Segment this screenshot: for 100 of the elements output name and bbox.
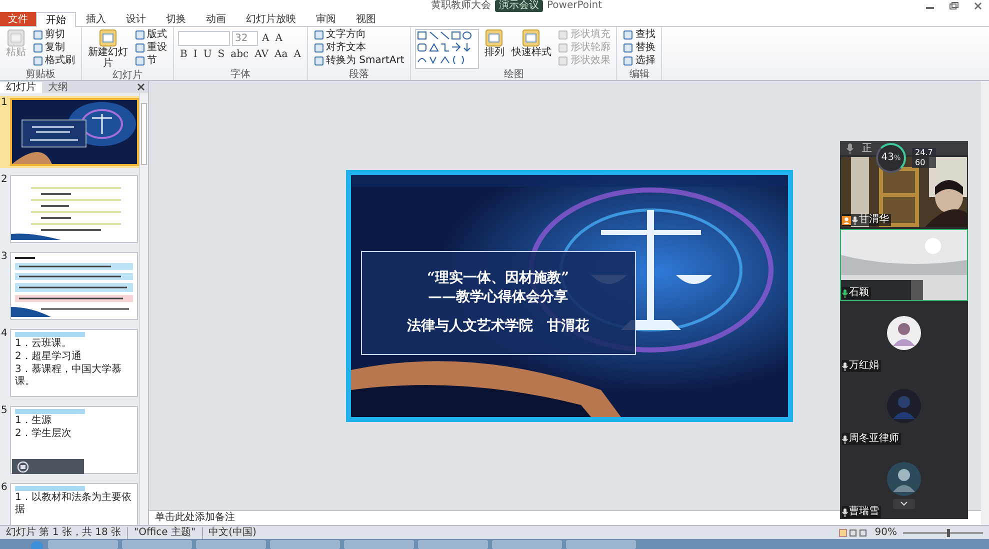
text-box[interactable]: “理实一体、因材施教” ——教学心得体会分享 法律与人文艺术学院 甘渭花	[360, 250, 636, 354]
panel-tab[interactable]: 幻灯片	[0, 82, 42, 92]
participant-tile[interactable]: 石颖	[840, 229, 968, 301]
ribbon-button[interactable]: 剪切	[31, 28, 77, 41]
app-name: PowerPoint	[547, 0, 604, 12]
window-title: 黄职教师大会	[431, 0, 491, 12]
ribbon-button[interactable]: 对齐文本	[312, 41, 406, 54]
start-icon[interactable]	[30, 540, 44, 548]
group-label: 剪贴板	[24, 69, 56, 80]
ribbon-tab[interactable]: 开始	[36, 12, 76, 27]
group-label: 幻灯片	[112, 70, 144, 81]
font-size-field[interactable]: 32	[232, 31, 258, 46]
screen-icon	[17, 460, 29, 472]
group-label: 字体	[229, 69, 252, 80]
file-tab[interactable]: 文件	[0, 12, 36, 26]
ribbon-button[interactable]: 版式	[133, 28, 169, 41]
ribbon-tab[interactable]: 切换	[156, 12, 196, 26]
format-button[interactable]: I	[191, 49, 200, 60]
participant-name: 曹瑞雪	[849, 506, 879, 518]
ribbon-tab[interactable]: 视图	[346, 12, 386, 26]
avatar-icon	[887, 389, 921, 423]
participant-name: 万红娟	[849, 360, 879, 372]
ribbon-button[interactable]: 重设	[133, 41, 169, 54]
format-button[interactable]: B	[178, 49, 190, 60]
ribbon-tab[interactable]: 插入	[76, 12, 116, 26]
slide-icon	[484, 29, 504, 47]
format-button[interactable]: U	[201, 49, 214, 60]
zoom-slider-thumb[interactable]	[947, 528, 950, 536]
ribbon-tab[interactable]: 幻灯片放映	[236, 12, 306, 26]
slide-count: 幻灯片 第 1 张，共 18 张	[6, 526, 121, 538]
slide-number: 4	[0, 329, 8, 341]
group-label: 段落	[348, 69, 370, 80]
heading-bar	[15, 409, 85, 414]
scrollbar[interactable]	[981, 81, 989, 525]
ribbon-button[interactable]: 排列	[482, 28, 506, 59]
format-button[interactable]: AV	[252, 49, 271, 60]
chevron-down-icon[interactable]	[893, 499, 915, 509]
microphone-icon	[842, 434, 848, 444]
participant-tile[interactable]: 周冬亚律师	[840, 375, 968, 447]
slide-thumbnail[interactable]: 1．云班课。 2．超星学习通 3．慕课程，中国大学慕课。	[10, 329, 138, 397]
slide-icon	[98, 29, 118, 47]
upload-speed: 24.7	[915, 148, 933, 158]
shapes-gallery[interactable]	[415, 29, 480, 69]
avatar-icon	[887, 316, 921, 350]
ribbon-button[interactable]: 新建幻灯片	[86, 28, 130, 70]
group-label: 编辑	[628, 69, 650, 80]
ribbon-button[interactable]: 替换	[621, 41, 658, 54]
zoom-level: 90%	[874, 526, 897, 538]
ribbon-tab[interactable]: 审阅	[306, 12, 346, 26]
slide-number: 1	[0, 98, 8, 110]
slide-text: 1．生源	[15, 415, 52, 427]
ribbon-button[interactable]: 查找	[621, 28, 658, 41]
format-button[interactable]: abc	[228, 49, 251, 60]
microphone-icon[interactable]	[846, 142, 854, 154]
view-buttons-icon[interactable]	[838, 528, 869, 536]
slide-number: 5	[0, 406, 8, 418]
ribbon-button[interactable]: 选择	[621, 54, 658, 67]
participant-name: 甘渭华	[859, 214, 889, 226]
slide-number: 6	[0, 483, 8, 495]
slide-text: 1．云班课。	[15, 338, 72, 350]
slide-title: “理实一体、因材施教”	[426, 269, 570, 288]
ribbon-button[interactable]: 快速样式	[509, 28, 554, 59]
microphone-icon	[842, 362, 848, 370]
slide-author: 法律与人文艺术学院 甘渭花	[407, 317, 589, 336]
scrollbar[interactable]	[139, 93, 148, 525]
panel-tab[interactable]: 大纲	[42, 82, 74, 92]
format-button[interactable]: Aa	[272, 49, 290, 60]
format-button[interactable]: A	[260, 33, 272, 44]
slide-thumbnail[interactable]: 1．以教材和法条为主要依据	[10, 483, 138, 525]
ribbon-button[interactable]: 复制	[31, 41, 77, 54]
ribbon-tab[interactable]: 动画	[196, 12, 236, 26]
close-icon[interactable]	[973, 2, 983, 10]
heading-bar	[15, 486, 85, 491]
ribbon-tab[interactable]: 设计	[116, 12, 156, 26]
avatar-icon	[887, 462, 921, 496]
restore-icon[interactable]	[949, 2, 959, 10]
close-icon[interactable]	[137, 83, 145, 91]
share-toast[interactable]	[12, 459, 84, 474]
ribbon-button[interactable]: 节	[133, 54, 169, 67]
participant-name: 石颖	[849, 287, 869, 299]
slide-canvas[interactable]: “理实一体、因材施教” ——教学心得体会分享 法律与人文艺术学院 甘渭花	[346, 170, 792, 422]
ribbon-button[interactable]: 转换为 SmartArt	[312, 54, 406, 67]
participant-tile[interactable]: 万红娟	[840, 302, 968, 374]
format-button[interactable]: A	[273, 33, 284, 44]
format-button[interactable]: S	[216, 49, 227, 60]
font-name-field[interactable]	[178, 31, 230, 46]
slide-number: 3	[0, 252, 8, 264]
slide-text: 3．慕课程，中国大学慕课。	[15, 364, 122, 388]
slide-number: 2	[0, 175, 8, 187]
ribbon-button[interactable]: 格式刷	[31, 54, 77, 67]
microphone-icon	[852, 216, 858, 224]
format-button[interactable]: A	[292, 49, 303, 60]
notes-placeholder[interactable]: 单击此处添加备注	[155, 512, 235, 523]
status-text: 正	[862, 142, 872, 155]
slide-icon	[6, 29, 26, 47]
ribbon-button[interactable]: 文字方向	[312, 28, 406, 41]
microphone-icon	[842, 508, 848, 516]
download-speed: 60	[915, 158, 926, 168]
microphone-icon	[842, 288, 848, 298]
heading-bar	[15, 332, 85, 337]
